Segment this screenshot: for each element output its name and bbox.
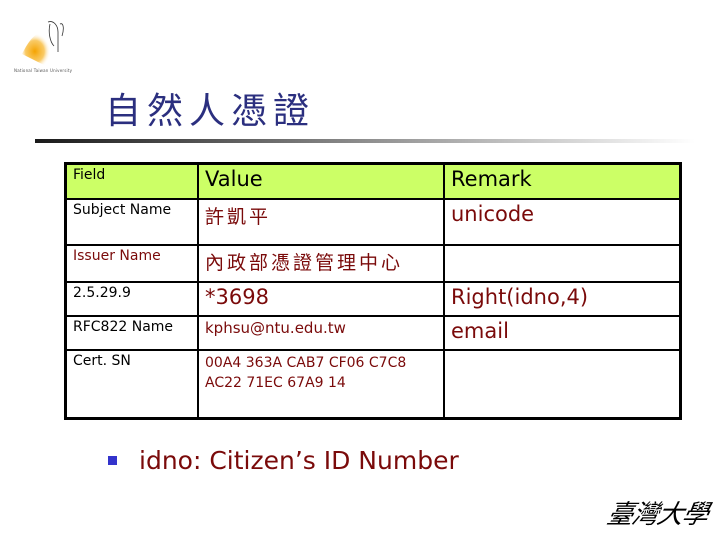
remark-cell [443, 244, 682, 283]
bullet-text: idno: Citizen’s ID Number [139, 446, 459, 475]
title-divider [35, 139, 695, 143]
table-row: 2.5.29.9 *3698 Right(idno,4) [64, 281, 682, 317]
remark-cell: Right(idno,4) [443, 281, 682, 317]
value-cell: 內政部憑證管理中心 [197, 244, 445, 283]
field-cell: Subject Name [64, 198, 199, 246]
logo-caption: National Taiwan University [14, 68, 73, 73]
serial-line-1: 00A4 363A CAB7 CF06 C7C8 [205, 355, 407, 371]
ntu-calligraphy-logo: 臺灣大學 [604, 500, 711, 530]
value-cell: 許凱平 [197, 198, 445, 246]
header-field: Field [64, 162, 199, 200]
ntu-emblem-icon [22, 21, 64, 66]
value-cell: kphsu@ntu.edu.tw [197, 315, 445, 351]
remark-cell: unicode [443, 198, 682, 246]
table-row: Subject Name 許凱平 unicode [64, 198, 682, 246]
table-row: RFC822 Name kphsu@ntu.edu.tw email [64, 315, 682, 351]
remark-cell [443, 349, 682, 420]
square-bullet-icon [108, 456, 117, 465]
header-value: Value [197, 162, 445, 200]
table-header-row: Field Value Remark [64, 162, 682, 200]
header-remark: Remark [443, 162, 682, 200]
serial-line-2: AC22 71EC 67A9 14 [205, 375, 346, 391]
field-cell: Issuer Name [64, 244, 199, 283]
field-cell: RFC822 Name [64, 315, 199, 351]
field-cell: Cert. SN [64, 349, 199, 420]
bullet-item: idno: Citizen’s ID Number [108, 446, 459, 475]
table-row: Issuer Name 內政部憑證管理中心 [64, 244, 682, 283]
value-cell: *3698 [197, 281, 445, 317]
certificate-fields-table: Field Value Remark Subject Name 許凱平 unic… [64, 162, 682, 420]
remark-cell: email [443, 315, 682, 351]
page-title: 自然人憑證 [105, 91, 316, 132]
field-cell: 2.5.29.9 [64, 281, 199, 317]
value-cell: 00A4 363A CAB7 CF06 C7C8 AC22 71EC 67A9 … [197, 349, 445, 420]
table-row: Cert. SN 00A4 363A CAB7 CF06 C7C8 AC22 7… [64, 349, 682, 420]
